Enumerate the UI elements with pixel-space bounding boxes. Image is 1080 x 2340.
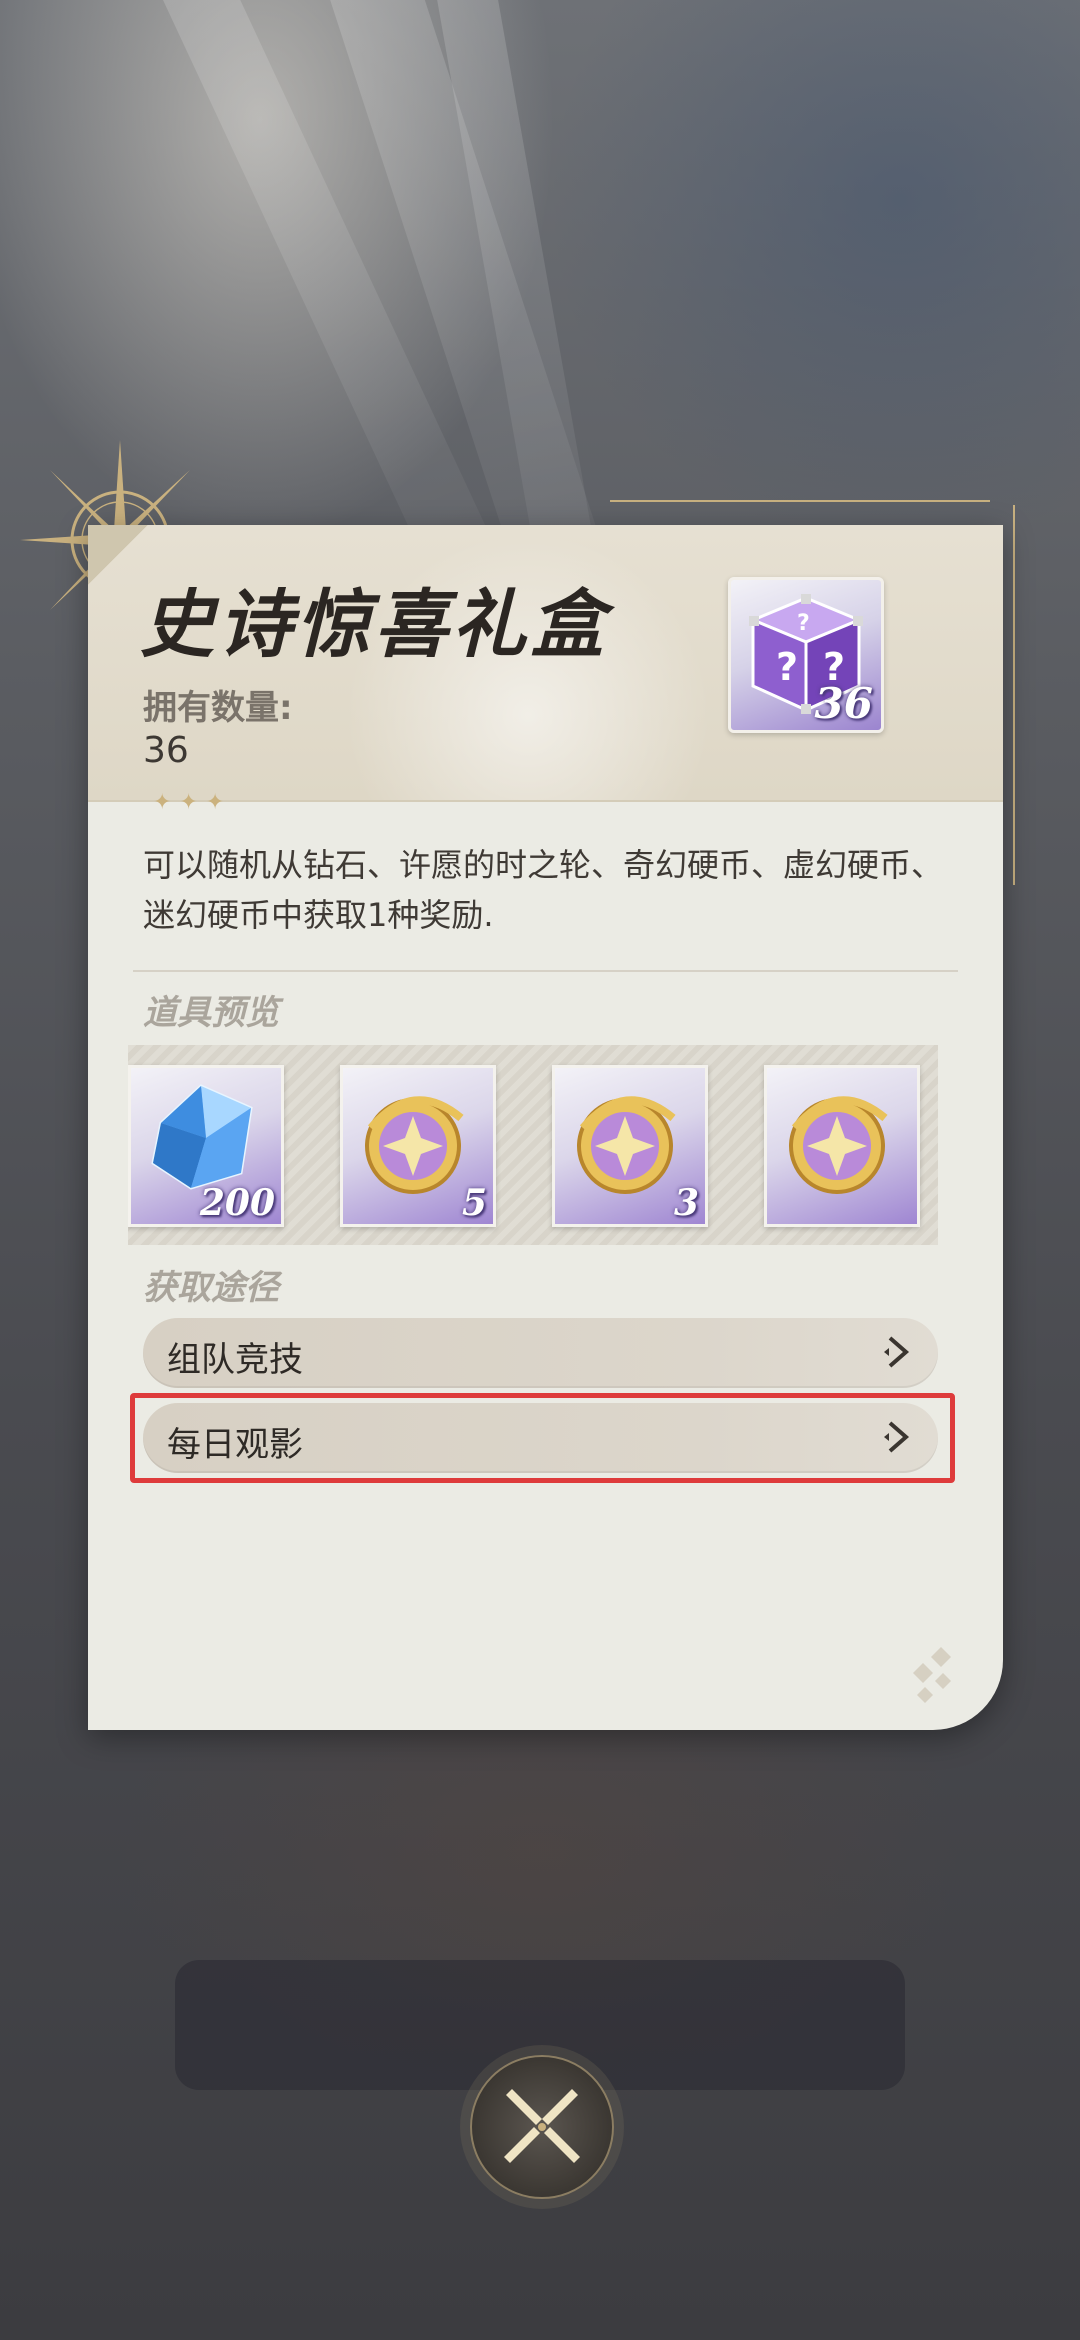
item-icon-count: 36 [814, 679, 873, 728]
item-description: 可以随机从钻石、许愿的时之轮、奇幻硬币、虚幻硬币、迷幻硬币中获取1种奖励. [143, 846, 944, 934]
preview-item-qty: 5 [461, 1182, 487, 1224]
preview-section-title: 道具预览 [143, 993, 279, 1033]
highlight-box [130, 1393, 955, 1483]
frame-line [610, 500, 990, 502]
svg-text:?: ? [797, 611, 810, 636]
fantasy-coin-icon [789, 1096, 888, 1194]
item-title: 史诗惊喜礼盒 [140, 582, 608, 668]
preview-item-qty: 3 [673, 1182, 699, 1224]
mystery-box-icon: ? ? ? 36 [728, 577, 884, 733]
source-button-label: 组队竞技 [167, 1340, 303, 1380]
close-icon [504, 2089, 580, 2163]
item-preview-list[interactable]: 200 5 3 [128, 1045, 938, 1245]
star-decoration: ✦✦✦ [153, 790, 233, 815]
svg-text:?: ? [776, 645, 798, 689]
corner-decoration [88, 525, 148, 585]
preview-item-fantasy-coin[interactable] [764, 1065, 920, 1227]
source-button-team-battle[interactable]: 组队竞技 [143, 1318, 938, 1388]
diamond-decoration-icon [913, 1647, 951, 1703]
preview-item-qty: 200 [199, 1182, 275, 1224]
owned-quantity-value: 36 [143, 730, 189, 771]
frame-line [1013, 505, 1015, 885]
owned-quantity-label: 拥有数量: [143, 688, 293, 728]
close-button[interactable] [470, 2055, 614, 2199]
sources-section-title: 获取途径 [143, 1268, 279, 1308]
dialog-header: 史诗惊喜礼盒 拥有数量: 36 ✦✦✦ ? ? ? 36 [88, 525, 1003, 815]
preview-item-diamond[interactable]: 200 [128, 1065, 284, 1227]
chevron-right-icon [884, 1336, 910, 1368]
divider [133, 970, 958, 972]
preview-item-fantasy-coin[interactable]: 3 [552, 1065, 708, 1227]
preview-item-fantasy-coin[interactable]: 5 [340, 1065, 496, 1227]
item-detail-dialog: 史诗惊喜礼盒 拥有数量: 36 ✦✦✦ ? ? ? 36 可以随机从钻石、许愿的… [88, 525, 1003, 1730]
